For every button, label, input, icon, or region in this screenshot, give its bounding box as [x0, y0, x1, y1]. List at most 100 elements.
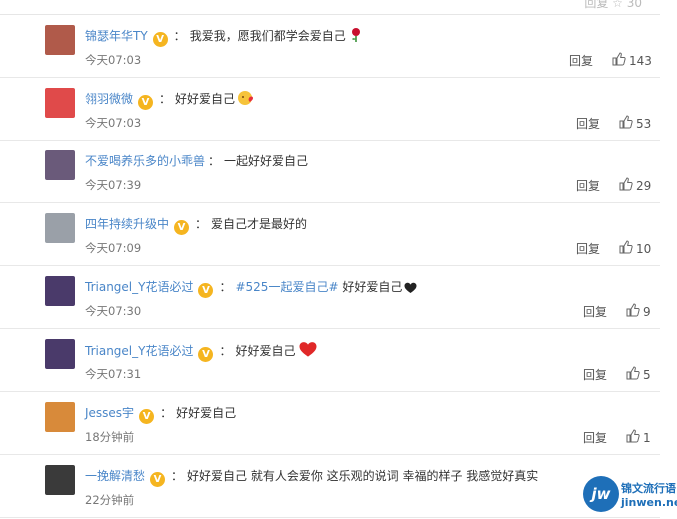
avatar[interactable]	[45, 150, 75, 180]
comment-item: 四年持续升级中 V ：爱自己才是最好的今天07:09 回复 10	[0, 203, 660, 266]
comment-time: 今天07:09	[85, 241, 142, 255]
comment-time: 今天07:31	[85, 367, 142, 381]
thumbs-up-icon	[619, 177, 636, 194]
thumbs-up-icon	[626, 366, 643, 383]
like-count: 53	[636, 116, 652, 131]
colon-separator: ：	[159, 92, 172, 106]
comment-time: 18分钟前	[85, 430, 135, 444]
reply-button[interactable]: 回复	[576, 177, 600, 194]
reply-button[interactable]: 回复	[569, 52, 593, 69]
colon-separator: ：	[208, 154, 221, 168]
watermark-name: 锦文流行语	[621, 482, 676, 495]
verified-badge-icon: V	[139, 409, 155, 424]
comment-item: 锦瑟年华TY V ：我爱我，愿我们都学会爱自己今天07:03 回复 143	[0, 15, 660, 78]
comment-line: 不爱喝养乐多的小乖兽：一起好好爱自己	[85, 152, 308, 170]
colon-separator: ：	[195, 217, 208, 231]
verified-badge-icon: V	[152, 32, 168, 47]
verified-badge-icon: V	[198, 347, 214, 362]
username-link[interactable]: 四年持续升级中	[85, 217, 169, 231]
like-count: 1	[643, 430, 651, 445]
comment-time: 今天07:03	[85, 53, 142, 67]
comment-line: 一挽解清愁 V ：好好爱自己 就有人会爱你 这乐观的说词 幸福的样子 我感觉好真实	[85, 467, 538, 487]
comment-text: 我爱我，愿我们都学会爱自己	[189, 29, 346, 43]
thumbs-up-icon	[612, 52, 629, 69]
verified-badge-icon: V	[174, 220, 190, 235]
thumbs-up-icon	[619, 115, 636, 132]
like-button[interactable]: 53	[619, 115, 651, 132]
comment-text: 好好爱自己	[176, 406, 237, 420]
kiss-emoji-icon	[237, 90, 255, 111]
like-button[interactable]: 143	[612, 52, 652, 69]
username-link[interactable]: Triangel_Y花语必过	[85, 280, 193, 294]
comment-line: Triangel_Y花语必过 V ：好好爱自己	[85, 341, 318, 363]
comment-line: 四年持续升级中 V ：爱自己才是最好的	[85, 215, 307, 235]
comment-line: 翎羽微微 V ：好好爱自己	[85, 90, 255, 111]
thumbs-up-icon	[619, 240, 636, 257]
comment-panel: 回复 ☆ 30 锦瑟年华TY V：我爱我，愿我们都学会爱自己 今天07:03 回复 14…	[0, 0, 677, 519]
comment-time: 22分钟前	[85, 493, 135, 507]
comment-text: 一起好好爱自己	[224, 154, 309, 168]
colon-separator: ：	[171, 469, 184, 483]
like-button[interactable]: 1	[626, 429, 651, 446]
comment-item: 一挽解清愁 V ：好好爱自己 就有人会爱你 这乐观的说词 幸福的样子 我感觉好真实 2…	[0, 455, 660, 518]
verified-badge-icon: V	[138, 95, 154, 110]
site-watermark: jw 锦文流行语 jinwen.net	[583, 476, 677, 516]
colon-separator: ：	[173, 29, 186, 43]
colon-separator: ：	[219, 344, 232, 358]
reply-button[interactable]: 回复	[583, 429, 607, 446]
avatar[interactable]	[45, 339, 75, 369]
verified-badge-icon: V	[150, 472, 166, 487]
comment-item: 翎羽微微 V ：好好爱自己今天07:03 回复 53	[0, 78, 660, 141]
like-button[interactable]: 29	[619, 177, 651, 194]
like-count: 9	[643, 304, 651, 319]
colon-separator: ：	[160, 406, 173, 420]
reply-button[interactable]: 回复	[583, 366, 607, 383]
like-button[interactable]: 10	[619, 240, 651, 257]
comment-text: 好好爱自己	[342, 280, 403, 294]
hashtag-link[interactable]: #525一起爱自己#	[235, 280, 338, 294]
username-link[interactable]: 一挽解清愁	[85, 469, 145, 483]
like-count: 143	[629, 53, 652, 68]
comment-item: Jesses宇 V ：好好爱自己 18分钟前 回复 1	[0, 392, 660, 455]
thumbs-up-icon	[626, 303, 643, 320]
comment-time: 今天07:39	[85, 178, 142, 192]
comment-text: 爱自己才是最好的	[211, 217, 308, 231]
avatar[interactable]	[45, 276, 75, 306]
like-count: 10	[636, 241, 652, 256]
username-link[interactable]: 不爱喝养乐多的小乖兽	[85, 154, 205, 168]
comment-item: Triangel_Y花语必过 V ：好好爱自己今天07:31 回复 5	[0, 329, 660, 392]
reply-button[interactable]: 回复	[576, 115, 600, 132]
username-link[interactable]: Triangel_Y花语必过	[85, 344, 193, 358]
avatar[interactable]	[45, 88, 75, 118]
username-link[interactable]: Jesses宇	[85, 406, 134, 420]
like-button[interactable]: 5	[626, 366, 651, 383]
like-count: 29	[636, 178, 652, 193]
avatar[interactable]	[45, 465, 75, 495]
previous-comment-stub: 回复 ☆ 30	[0, 0, 660, 15]
comment-line: 锦瑟年华TY V ：我爱我，愿我们都学会爱自己	[85, 27, 364, 48]
comment-time: 今天07:03	[85, 116, 142, 130]
username-link[interactable]: 锦瑟年华TY	[85, 29, 148, 43]
comment-text: 好好爱自己	[175, 92, 236, 106]
colon-separator: ：	[219, 280, 232, 294]
comment-time: 今天07:30	[85, 304, 142, 318]
thumbs-up-icon	[626, 429, 643, 446]
black-heart-emoji-icon	[404, 281, 417, 299]
comment-item: 不爱喝养乐多的小乖兽：一起好好爱自己今天07:39 回复 29	[0, 140, 660, 203]
verified-badge-icon: V	[198, 283, 214, 298]
like-button[interactable]: 9	[626, 303, 651, 320]
comment-text: 好好爱自己 就有人会爱你 这乐观的说词 幸福的样子 我感觉好真实	[187, 469, 539, 483]
comment-line: Jesses宇 V ：好好爱自己	[85, 404, 236, 424]
reply-button[interactable]: 回复	[576, 240, 600, 257]
avatar[interactable]	[45, 213, 75, 243]
comment-text: 好好爱自己	[235, 344, 296, 358]
reply-button[interactable]: 回复	[583, 303, 607, 320]
watermark-logo: jw	[583, 476, 619, 512]
red-heart-emoji-icon	[298, 341, 318, 363]
username-link[interactable]: 翎羽微微	[85, 92, 133, 106]
comment-item: Triangel_Y花语必过 V ： #525一起爱自己# 好好爱自己今天07:30 回…	[0, 266, 660, 329]
previous-comment-actions: 回复 ☆ 30	[584, 0, 642, 10]
avatar[interactable]	[45, 402, 75, 432]
watermark-url: jinwen.net	[621, 496, 677, 509]
avatar[interactable]	[45, 25, 75, 55]
